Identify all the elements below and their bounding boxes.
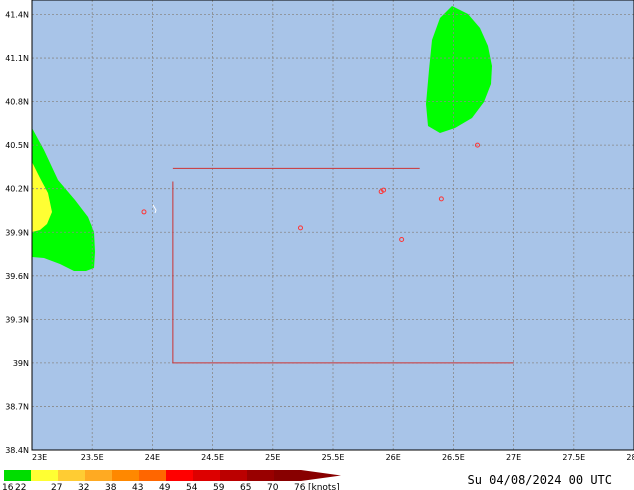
legend-swatch: [247, 470, 274, 481]
legend-label: 49: [159, 483, 171, 490]
wind-map-panel: 38.4N 38.7N 39N 39.3N 39.6N 39.9N 40.2N 40.5N 40…: [0, 0, 634, 490]
legend-label: 27: [51, 483, 62, 490]
legend-swatch: [4, 470, 31, 481]
legend-label: 70: [267, 483, 279, 490]
lat-tick-label: 41.1N: [5, 54, 29, 63]
longitude-labels: 23E 23.5E 24E 24.5E 25E 25.5E 26E 26.5E 27E 27.5E…: [32, 453, 634, 462]
lat-tick-label: 39.3N: [5, 315, 29, 324]
lon-tick-label: 25.5E: [322, 453, 345, 462]
legend-label: 54: [186, 483, 198, 490]
lon-tick-label: 25E: [265, 453, 280, 462]
legend-label: [knots]: [308, 483, 340, 490]
lon-tick-label: 28E: [626, 453, 634, 462]
lat-tick-label: 39N: [13, 359, 29, 368]
latitude-labels: 38.4N 38.7N 39N 39.3N 39.6N 39.9N 40.2N 40.5N 40…: [5, 11, 29, 455]
legend-swatch: [112, 470, 139, 481]
legend-swatch: [139, 470, 166, 481]
legend-swatch: [166, 470, 193, 481]
lon-tick-label: 23.5E: [81, 453, 104, 462]
legend-label: 43: [132, 483, 143, 490]
lat-tick-label: 38.7N: [5, 402, 29, 411]
lat-tick-label: 40.8N: [5, 98, 29, 107]
lon-tick-label: 23E: [32, 453, 47, 462]
lon-tick-label: 26E: [386, 453, 401, 462]
legend-label: 65: [240, 483, 251, 490]
legend-swatch: [58, 470, 85, 481]
legend-swatch: [31, 470, 58, 481]
legend-swatch: [274, 470, 301, 481]
lon-tick-label: 24.5E: [201, 453, 224, 462]
lat-tick-label: 41.4N: [5, 11, 29, 20]
timestamp-label: Su 04/08/2024 00 UTC: [468, 473, 613, 487]
legend-swatch: [85, 470, 112, 481]
legend-label: 38: [105, 483, 117, 490]
lat-tick-label: 39.9N: [5, 228, 29, 237]
wind-speed-legend: 16 22 27 32 38 43 49 54 59 65 70 76 [knots]: [2, 470, 341, 490]
legend-swatch: [193, 470, 220, 481]
legend-arrow: [301, 470, 341, 481]
legend-label: 32: [78, 483, 89, 490]
legend-label: 16: [2, 483, 14, 490]
lon-tick-label: 26.5E: [442, 453, 465, 462]
legend-label: 76: [294, 483, 306, 490]
lat-tick-label: 39.6N: [5, 272, 29, 281]
lat-tick-label: 38.4N: [5, 446, 29, 455]
lon-tick-label: 27E: [506, 453, 521, 462]
legend-label: 59: [213, 483, 225, 490]
legend-label: 22: [15, 483, 26, 490]
lon-tick-label: 27.5E: [562, 453, 585, 462]
legend-swatch: [220, 470, 247, 481]
lat-tick-label: 40.2N: [5, 185, 29, 194]
lon-tick-label: 24E: [145, 453, 160, 462]
lat-tick-label: 40.5N: [5, 141, 29, 150]
wind-map: 38.4N 38.7N 39N 39.3N 39.6N 39.9N 40.2N 40.5N 40…: [2, 0, 634, 490]
